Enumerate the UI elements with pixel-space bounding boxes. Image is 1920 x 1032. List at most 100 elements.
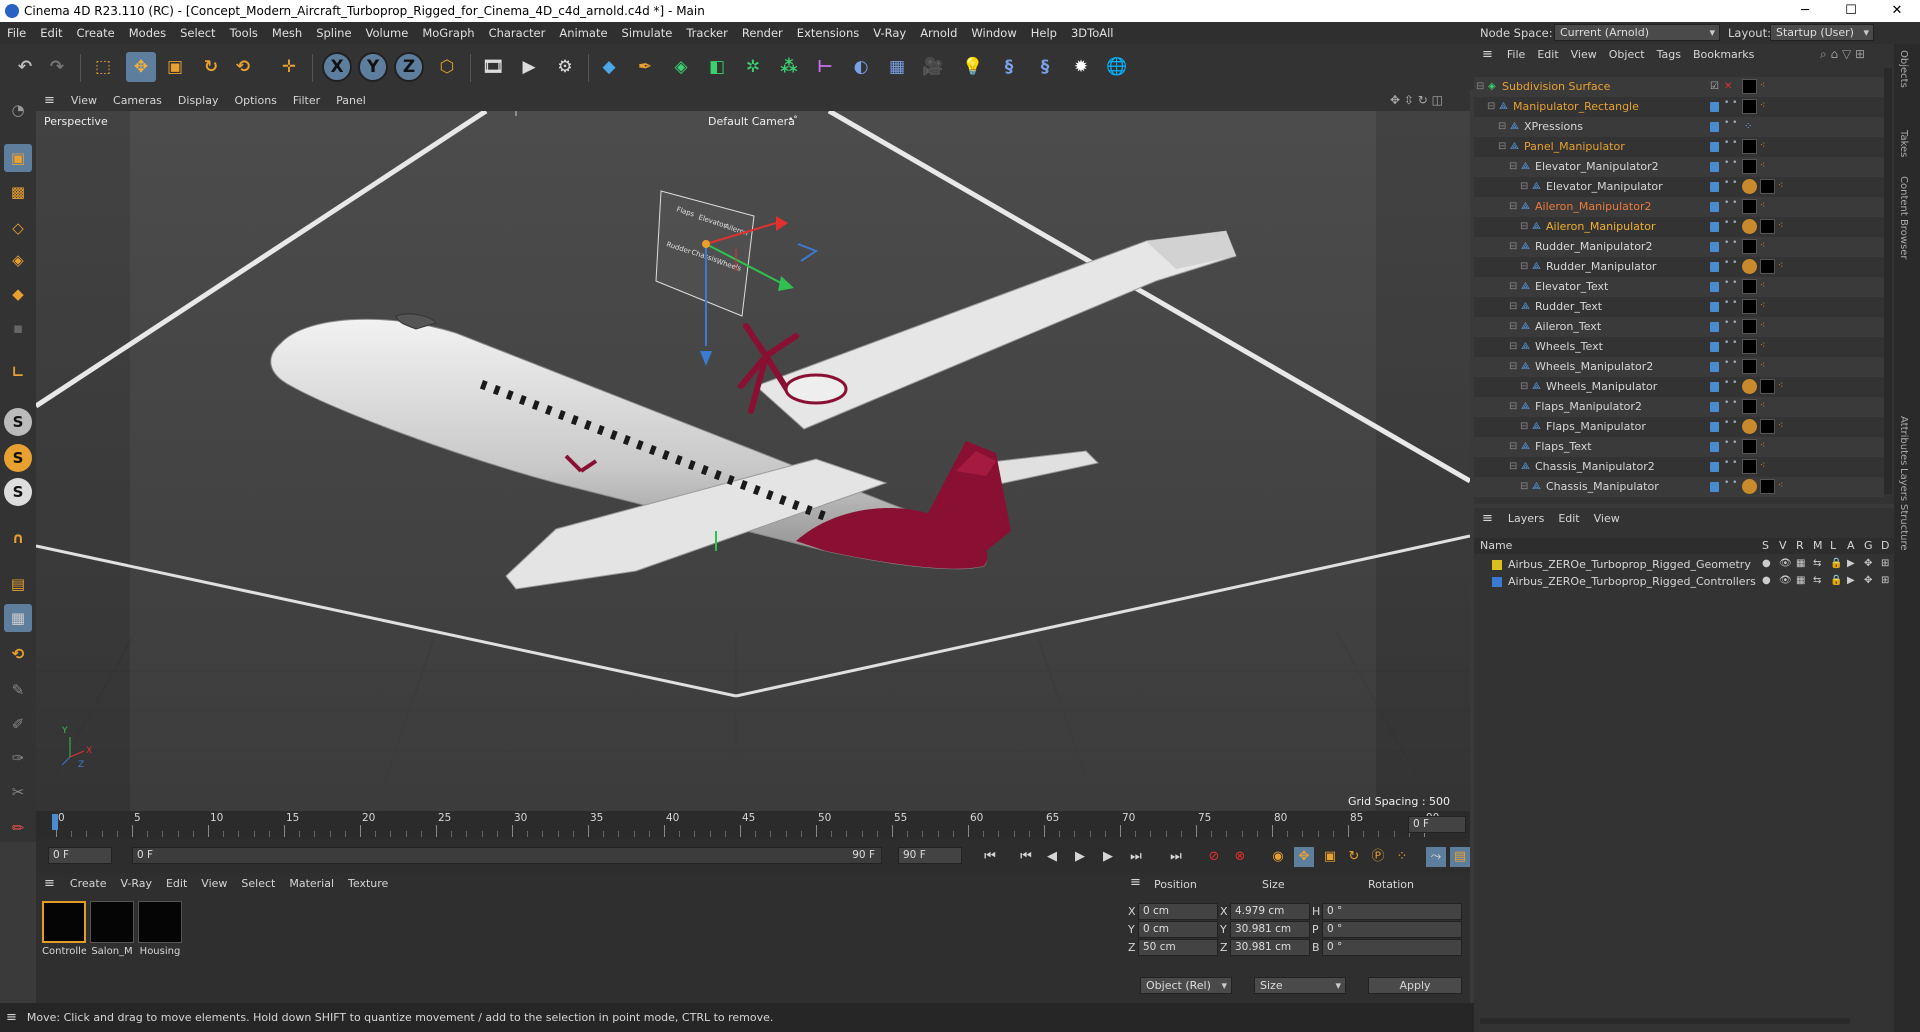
menu-extensions[interactable]: Extensions [790, 26, 866, 40]
material-tag-icon[interactable] [1742, 239, 1757, 254]
motion-icon[interactable]: ⤳ [1426, 847, 1446, 867]
material-menu-select[interactable]: Select [234, 877, 282, 890]
object-name[interactable]: Rudder_Manipulator2 [1535, 240, 1652, 253]
layer-toggle-icon[interactable]: ✥ [1864, 575, 1872, 586]
position-field[interactable]: 0 cm [1138, 921, 1218, 938]
timeline-playhead[interactable] [52, 814, 58, 830]
tag-dots-icon[interactable]: ⁖ [1760, 341, 1765, 351]
object-row[interactable]: ⊟ ◈ Subdivision Surface ☑ ✕ ⁖ [1474, 77, 1884, 97]
camera-name[interactable]: Default Camera [708, 115, 795, 128]
layer-toggle-icon[interactable]: 🔒 [1830, 558, 1842, 569]
grid-icon[interactable]: ▦ [4, 604, 32, 632]
snap-enable-icon[interactable]: S [4, 444, 32, 472]
viewport-nav-icons[interactable]: ✥ ⇳ ↻ ◫ [1390, 93, 1443, 107]
prev-frame-icon[interactable]: ◀ [1042, 847, 1062, 867]
locked-workplane-icon[interactable]: ⟲ [4, 640, 32, 668]
visibility-dots-icon[interactable]: • • [1724, 339, 1737, 348]
side-tab-takes[interactable]: Takes [1898, 130, 1909, 157]
menu-simulate[interactable]: Simulate [615, 26, 680, 40]
key-position-icon[interactable]: ✥ [1294, 847, 1314, 867]
tree-expand-icon[interactable]: ⊟ [1520, 422, 1530, 432]
tree-expand-icon[interactable]: ⊟ [1487, 102, 1497, 112]
visibility-dots-icon[interactable]: • • [1724, 319, 1737, 328]
object-row[interactable]: ⊟ ⟁ XPressions • • ⁘ [1474, 117, 1884, 137]
light-icon[interactable]: 💡 [958, 52, 988, 82]
uv-mode-icon[interactable]: ▪ [4, 314, 32, 342]
material-tag-icon[interactable] [1742, 439, 1757, 454]
layer-color-icon[interactable] [1710, 342, 1719, 352]
viewport-menu-filter[interactable]: Filter [285, 94, 328, 107]
layer-toggle-icon[interactable]: ⊞ [1881, 558, 1889, 569]
go-to-end-icon[interactable]: ⏭ [1166, 847, 1186, 867]
layer-color-swatch[interactable] [1492, 560, 1502, 570]
tag-dots-icon[interactable]: ⁖ [1760, 401, 1765, 411]
material-hamburger-icon[interactable]: ≡ [36, 876, 63, 891]
position-field[interactable]: 0 cm [1138, 903, 1218, 920]
material-menu-texture[interactable]: Texture [341, 877, 395, 890]
material-tag-icon[interactable] [1742, 279, 1757, 294]
rotation-field[interactable]: 0 ° [1322, 939, 1462, 956]
tree-expand-icon[interactable]: ⊟ [1509, 282, 1519, 292]
material-tag-icon[interactable] [1742, 199, 1757, 214]
subdivision-icon[interactable]: ◈ [666, 52, 696, 82]
material-tag-icon[interactable] [1742, 399, 1757, 414]
visibility-dots-icon[interactable]: • • [1724, 279, 1737, 288]
layout-select[interactable]: Startup (User) [1770, 24, 1874, 41]
python-script-icon[interactable]: § [1030, 52, 1060, 82]
menu-file[interactable]: File [0, 26, 33, 40]
camera-link-icon[interactable]: •° [788, 115, 798, 125]
object-row[interactable]: ⊟ ⟁ Aileron_Manipulator • • ⁖ [1474, 217, 1884, 237]
constraint-tag-icon[interactable] [1742, 419, 1757, 434]
object-row[interactable]: ⊟ ⟁ Flaps_Manipulator • • ⁖ [1474, 417, 1884, 437]
tag-dots-icon[interactable]: ⁖ [1760, 161, 1765, 171]
position-field[interactable]: 50 cm [1138, 939, 1218, 956]
tag-dots-icon[interactable]: ⁖ [1760, 461, 1765, 471]
tag-dots-icon[interactable]: ⁖ [1760, 81, 1765, 91]
layer-color-icon[interactable] [1710, 182, 1719, 192]
maximize-button[interactable]: ☐ [1828, 0, 1874, 22]
disable-icon[interactable]: ✕ [1724, 82, 1734, 92]
layer-toggle-icon[interactable]: ● [1762, 558, 1771, 569]
viewport-menu-cameras[interactable]: Cameras [105, 94, 170, 107]
constraint-tag-icon[interactable] [1742, 259, 1757, 274]
render-settings-icon[interactable]: ⚙ [550, 52, 580, 82]
layer-color-icon[interactable] [1710, 302, 1719, 312]
layer-color-icon[interactable] [1710, 282, 1719, 292]
axis-mode-icon[interactable]: ∟ [4, 358, 32, 386]
object-name[interactable]: Elevator_Text [1535, 280, 1608, 293]
camera-icon[interactable]: 🎥 [918, 52, 948, 82]
tag-dots-icon[interactable]: ⁖ [1760, 241, 1765, 251]
layer-toggle-icon[interactable]: 🔒 [1830, 575, 1842, 586]
sculpt-icon[interactable]: ✑ [4, 744, 32, 772]
material-tag-icon[interactable] [1760, 419, 1775, 434]
menu-render[interactable]: Render [735, 26, 790, 40]
visibility-dots-icon[interactable]: • • [1724, 439, 1737, 448]
snap-settings-icon[interactable]: S [4, 478, 32, 506]
object-name[interactable]: Elevator_Manipulator [1546, 180, 1663, 193]
make-editable-icon[interactable]: ◔ [4, 96, 32, 124]
field-icon[interactable]: ◐ [846, 52, 876, 82]
material-tag-icon[interactable] [1742, 339, 1757, 354]
layer-color-icon[interactable] [1710, 322, 1719, 332]
tag-dots-icon[interactable]: ⁖ [1760, 141, 1765, 151]
material-menu-create[interactable]: Create [63, 877, 114, 890]
layer-color-icon[interactable] [1710, 382, 1719, 392]
layer-toggle-icon[interactable]: ✥ [1864, 558, 1872, 569]
size-mode-select[interactable]: Size [1254, 977, 1346, 994]
autokey-icon[interactable]: ⊗ [1230, 847, 1250, 867]
objects-hamburger-icon[interactable]: ≡ [1474, 47, 1501, 62]
knife-icon[interactable]: ✂ [4, 778, 32, 806]
tag-dots-icon[interactable]: ⁖ [1760, 281, 1765, 291]
visibility-dots-icon[interactable]: • • [1724, 139, 1737, 148]
layer-toggle-icon[interactable]: ⇆ [1813, 558, 1821, 569]
object-name[interactable]: Rudder_Manipulator [1546, 260, 1656, 273]
object-row[interactable]: ⊟ ⟁ Manipulator_Rectangle • • ⁖ [1474, 97, 1884, 117]
paint-icon[interactable]: ✎ [4, 676, 32, 704]
keyframe-selection-icon[interactable]: ◉ [1268, 847, 1288, 867]
side-tab-layers[interactable]: Layers [1898, 468, 1909, 501]
tag-dots-icon[interactable]: ⁖ [1760, 101, 1765, 111]
constraint-tag-icon[interactable] [1742, 179, 1757, 194]
move-tool-icon[interactable]: ✥ [126, 52, 156, 82]
layer-color-icon[interactable] [1710, 202, 1719, 212]
tag-dots-icon[interactable]: ⁖ [1760, 301, 1765, 311]
